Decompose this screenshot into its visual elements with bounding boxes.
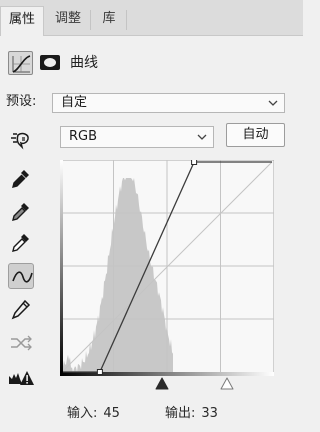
tab-library[interactable]: 库 xyxy=(94,6,124,36)
input-readout: 输入: 45 xyxy=(67,405,120,423)
gray-point-eyedropper[interactable] xyxy=(8,199,34,225)
clipping-warning-icon xyxy=(9,371,34,385)
curve-control-point[interactable] xyxy=(96,369,103,375)
panel-tab-bar: 属性 调整 库 xyxy=(0,0,303,36)
on-image-adjust-tool[interactable] xyxy=(8,127,34,153)
curve-point-tool[interactable] xyxy=(8,263,34,289)
channel-select[interactable]: RGB xyxy=(60,126,214,148)
black-point-slider[interactable] xyxy=(155,377,169,391)
panel-title: 曲线 xyxy=(70,55,98,71)
channel-value: RGB xyxy=(69,129,98,144)
preset-select[interactable]: 自定 xyxy=(52,93,285,113)
black-point-eyedropper[interactable] xyxy=(8,166,34,192)
tab-divider xyxy=(90,10,91,30)
white-point-eyedropper[interactable] xyxy=(8,230,34,256)
output-gradient-bar xyxy=(60,160,63,372)
black-eyedropper-icon xyxy=(12,170,29,188)
output-readout: 输出: 33 xyxy=(165,405,218,423)
auto-button[interactable]: 自动 xyxy=(226,123,285,147)
chevron-down-icon xyxy=(268,94,278,118)
chevron-down-icon xyxy=(197,127,207,154)
white-point-slider[interactable] xyxy=(220,377,234,391)
white-eyedropper-icon xyxy=(12,234,29,252)
curve-point-icon xyxy=(12,271,33,283)
tab-adjustments[interactable]: 调整 xyxy=(48,6,88,36)
curve-control-point[interactable] xyxy=(191,160,198,165)
on-image-adjust-icon xyxy=(11,132,29,150)
preset-label: 预设: xyxy=(6,94,37,109)
pencil-draw-tool[interactable] xyxy=(8,297,34,323)
preset-value: 自定 xyxy=(61,95,88,110)
layer-mask-icon[interactable] xyxy=(40,55,60,70)
curves-adjustment-icon[interactable] xyxy=(8,51,33,75)
curves-graph[interactable] xyxy=(60,160,274,376)
tab-properties[interactable]: 属性 xyxy=(0,6,44,36)
output-label: 输出: xyxy=(165,406,196,421)
output-value: 33 xyxy=(201,406,218,421)
tab-divider xyxy=(126,10,127,30)
input-label: 输入: xyxy=(67,406,98,421)
pencil-icon xyxy=(11,299,31,320)
input-value: 45 xyxy=(103,406,120,421)
smooth-curve-tool[interactable] xyxy=(8,330,34,356)
gray-eyedropper-icon xyxy=(12,203,29,221)
clipping-warning-tool[interactable] xyxy=(8,365,34,391)
smooth-curve-icon xyxy=(11,335,32,351)
